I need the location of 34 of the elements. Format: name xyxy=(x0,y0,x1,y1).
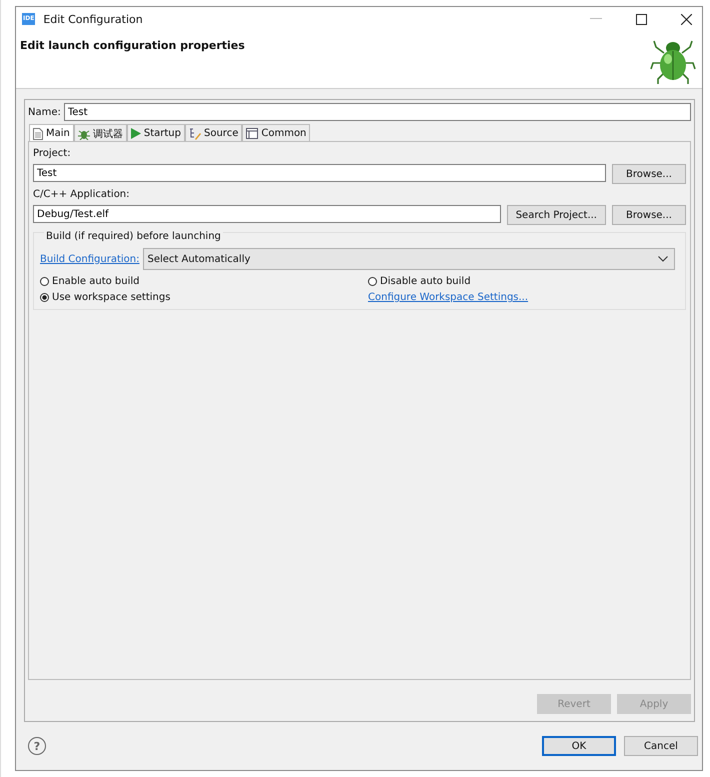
header-title: Edit launch configuration properties xyxy=(20,39,245,52)
maximize-icon[interactable] xyxy=(636,14,647,24)
bug-icon xyxy=(78,128,90,140)
tab[interactable]: 调试器 xyxy=(74,124,127,142)
browse-button[interactable]: Browse... xyxy=(612,205,686,225)
name-label: Name: xyxy=(28,106,61,118)
project-field[interactable]: Test xyxy=(33,164,606,182)
tab[interactable]: Common xyxy=(242,124,310,142)
tab[interactable]: Main xyxy=(29,124,74,142)
project-label: Project: xyxy=(33,148,72,159)
radio-option[interactable]: Disable auto build xyxy=(368,276,675,287)
search-project-button[interactable]: Search Project... xyxy=(506,205,606,225)
close-icon[interactable] xyxy=(681,14,692,24)
source-icon xyxy=(189,128,201,140)
application-label: C/C++ Application: xyxy=(33,189,131,200)
document-icon xyxy=(33,128,43,140)
build-configuration-link[interactable]: Build Configuration: xyxy=(40,254,140,264)
chevron-icon xyxy=(658,256,668,262)
browse-button[interactable]: Browse... xyxy=(612,164,686,184)
tab[interactable]: Source xyxy=(185,124,242,142)
build-configuration-dropdown[interactable]: Select Automatically xyxy=(143,248,675,270)
radio-option[interactable]: Enable auto build xyxy=(40,276,368,287)
window-title: Edit Configuration xyxy=(43,12,143,26)
play-icon xyxy=(130,128,141,139)
help-icon[interactable]: ? xyxy=(28,737,46,755)
name-field[interactable]: Test xyxy=(64,103,691,121)
configure-workspace-link[interactable]: Configure Workspace Settings... xyxy=(368,292,675,303)
radio-option[interactable]: Use workspace settings xyxy=(40,292,368,303)
dialog-button[interactable]: OK xyxy=(542,736,616,756)
window-icon xyxy=(246,128,258,139)
application-field[interactable]: Debug/Test.elf xyxy=(33,205,501,223)
dialog-button[interactable]: Cancel xyxy=(624,736,698,756)
tab[interactable]: Startup xyxy=(126,124,185,142)
group-title: Build (if required) before launching xyxy=(44,231,223,242)
